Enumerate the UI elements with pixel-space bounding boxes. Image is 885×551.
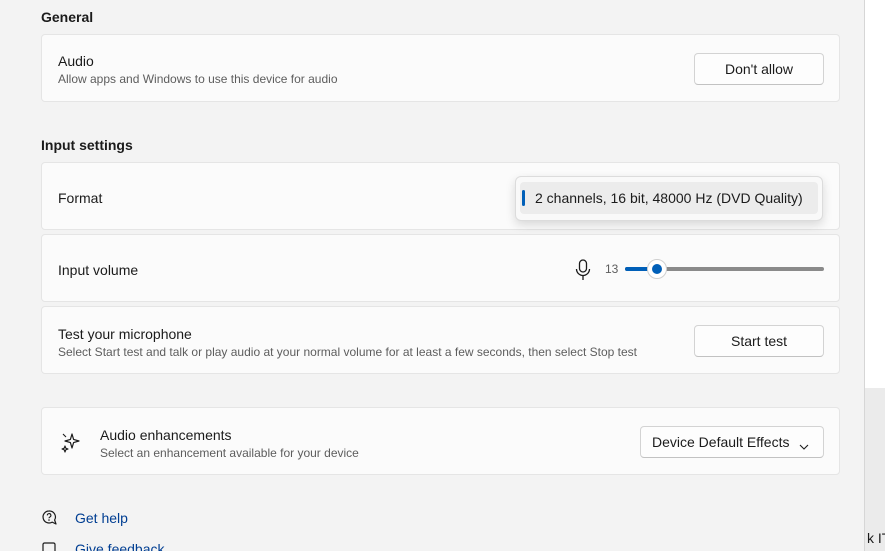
format-dropdown-flyout: 2 channels, 16 bit, 48000 Hz (DVD Qualit… <box>515 176 823 221</box>
audio-enhancements-dropdown[interactable]: Device Default Effects <box>640 426 824 458</box>
test-microphone-title: Test your microphone <box>58 326 192 342</box>
give-feedback-label: Give feedback <box>75 541 165 551</box>
microphone-icon <box>574 259 592 281</box>
format-option-selected[interactable]: 2 channels, 16 bit, 48000 Hz (DVD Qualit… <box>520 182 818 214</box>
audio-enhancements-title: Audio enhancements <box>100 427 232 443</box>
adjacent-window-text: k IT <box>867 530 885 546</box>
format-title: Format <box>58 190 103 206</box>
section-title-input-settings: Input settings <box>41 137 133 153</box>
adjacent-window-panel <box>865 388 885 551</box>
selected-indicator <box>522 190 525 206</box>
test-microphone-card: Test your microphone Select Start test a… <box>41 306 840 374</box>
get-help-label: Get help <box>75 510 128 526</box>
chevron-down-icon <box>799 438 809 454</box>
input-volume-slider-thumb[interactable] <box>647 259 667 279</box>
help-chat-icon <box>41 509 59 527</box>
sparkle-effects-icon <box>60 432 82 454</box>
adjacent-window-edge: k IT <box>864 0 885 551</box>
give-feedback-link[interactable]: Give feedback <box>41 540 165 551</box>
audio-enhancements-description: Select an enhancement available for your… <box>100 446 359 460</box>
test-microphone-description: Select Start test and talk or play audio… <box>58 345 637 359</box>
audio-description: Allow apps and Windows to use this devic… <box>58 72 338 86</box>
audio-enhancements-card: Audio enhancements Select an enhancement… <box>41 407 840 475</box>
section-title-general: General <box>41 9 94 25</box>
start-test-button[interactable]: Start test <box>694 325 824 357</box>
format-option-label: 2 channels, 16 bit, 48000 Hz (DVD Qualit… <box>535 190 803 206</box>
feedback-icon <box>41 540 59 551</box>
audio-title: Audio <box>58 53 94 69</box>
input-volume-value: 13 <box>605 262 619 276</box>
audio-card: Audio Allow apps and Windows to use this… <box>41 34 840 102</box>
dont-allow-button[interactable]: Don't allow <box>694 53 824 85</box>
audio-enhancements-dropdown-value: Device Default Effects <box>652 434 790 450</box>
input-volume-title: Input volume <box>58 262 139 278</box>
get-help-link[interactable]: Get help <box>41 509 128 527</box>
settings-content: General Audio Allow apps and Windows to … <box>0 0 865 551</box>
